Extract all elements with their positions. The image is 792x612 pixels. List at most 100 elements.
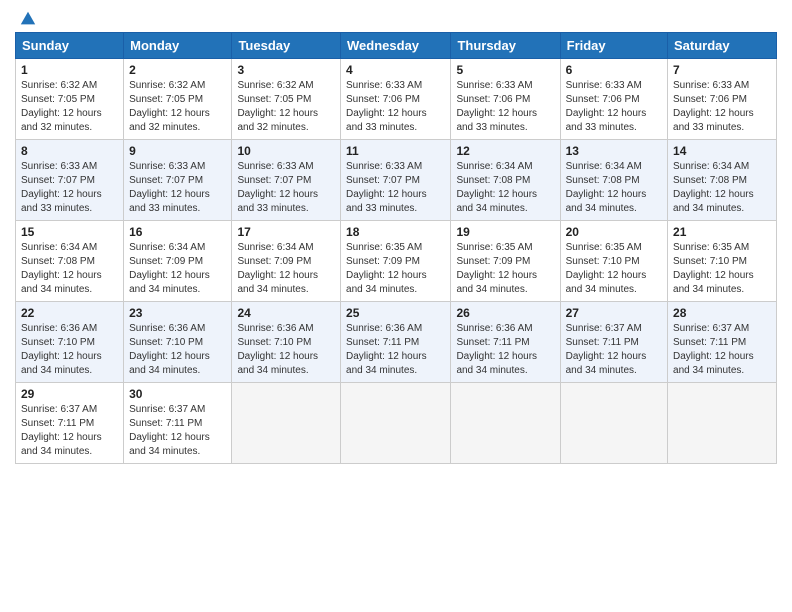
day-number: 21 [673, 225, 771, 239]
table-row: 15 Sunrise: 6:34 AMSunset: 7:08 PMDaylig… [16, 221, 124, 302]
table-row: 13 Sunrise: 6:34 AMSunset: 7:08 PMDaylig… [560, 140, 667, 221]
th-monday: Monday [124, 33, 232, 59]
calendar-row: 8 Sunrise: 6:33 AMSunset: 7:07 PMDayligh… [16, 140, 777, 221]
day-info: Sunrise: 6:37 AMSunset: 7:11 PMDaylight:… [673, 323, 754, 376]
day-number: 27 [566, 306, 662, 320]
table-row: 9 Sunrise: 6:33 AMSunset: 7:07 PMDayligh… [124, 140, 232, 221]
table-row: 14 Sunrise: 6:34 AMSunset: 7:08 PMDaylig… [668, 140, 777, 221]
table-row: 25 Sunrise: 6:36 AMSunset: 7:11 PMDaylig… [341, 302, 451, 383]
day-info: Sunrise: 6:33 AMSunset: 7:07 PMDaylight:… [129, 161, 210, 214]
day-number: 16 [129, 225, 226, 239]
day-number: 12 [456, 144, 554, 158]
day-number: 5 [456, 63, 554, 77]
day-info: Sunrise: 6:37 AMSunset: 7:11 PMDaylight:… [129, 404, 210, 457]
day-number: 26 [456, 306, 554, 320]
page: Sunday Monday Tuesday Wednesday Thursday… [0, 0, 792, 612]
day-info: Sunrise: 6:34 AMSunset: 7:08 PMDaylight:… [21, 242, 102, 295]
logo-icon [19, 10, 37, 28]
table-row: 27 Sunrise: 6:37 AMSunset: 7:11 PMDaylig… [560, 302, 667, 383]
day-number: 23 [129, 306, 226, 320]
table-row: 16 Sunrise: 6:34 AMSunset: 7:09 PMDaylig… [124, 221, 232, 302]
day-info: Sunrise: 6:32 AMSunset: 7:05 PMDaylight:… [237, 80, 318, 133]
day-number: 22 [21, 306, 118, 320]
calendar-row: 29 Sunrise: 6:37 AMSunset: 7:11 PMDaylig… [16, 383, 777, 464]
day-number: 20 [566, 225, 662, 239]
calendar-table: Sunday Monday Tuesday Wednesday Thursday… [15, 32, 777, 464]
table-row [451, 383, 560, 464]
table-row: 20 Sunrise: 6:35 AMSunset: 7:10 PMDaylig… [560, 221, 667, 302]
calendar-row: 15 Sunrise: 6:34 AMSunset: 7:08 PMDaylig… [16, 221, 777, 302]
table-row [341, 383, 451, 464]
day-number: 24 [237, 306, 335, 320]
day-number: 29 [21, 387, 118, 401]
table-row: 1 Sunrise: 6:32 AMSunset: 7:05 PMDayligh… [16, 59, 124, 140]
day-number: 25 [346, 306, 445, 320]
day-info: Sunrise: 6:36 AMSunset: 7:11 PMDaylight:… [346, 323, 427, 376]
day-number: 18 [346, 225, 445, 239]
header [15, 10, 777, 24]
day-number: 17 [237, 225, 335, 239]
table-row: 26 Sunrise: 6:36 AMSunset: 7:11 PMDaylig… [451, 302, 560, 383]
day-info: Sunrise: 6:33 AMSunset: 7:06 PMDaylight:… [566, 80, 647, 133]
day-number: 9 [129, 144, 226, 158]
day-info: Sunrise: 6:32 AMSunset: 7:05 PMDaylight:… [21, 80, 102, 133]
day-number: 13 [566, 144, 662, 158]
table-row: 4 Sunrise: 6:33 AMSunset: 7:06 PMDayligh… [341, 59, 451, 140]
table-row [232, 383, 341, 464]
table-row [668, 383, 777, 464]
day-number: 4 [346, 63, 445, 77]
day-info: Sunrise: 6:34 AMSunset: 7:08 PMDaylight:… [566, 161, 647, 214]
day-info: Sunrise: 6:34 AMSunset: 7:09 PMDaylight:… [237, 242, 318, 295]
day-number: 1 [21, 63, 118, 77]
day-info: Sunrise: 6:33 AMSunset: 7:06 PMDaylight:… [673, 80, 754, 133]
day-number: 3 [237, 63, 335, 77]
day-info: Sunrise: 6:35 AMSunset: 7:10 PMDaylight:… [566, 242, 647, 295]
day-info: Sunrise: 6:33 AMSunset: 7:07 PMDaylight:… [21, 161, 102, 214]
th-tuesday: Tuesday [232, 33, 341, 59]
day-info: Sunrise: 6:36 AMSunset: 7:10 PMDaylight:… [21, 323, 102, 376]
day-number: 30 [129, 387, 226, 401]
day-number: 8 [21, 144, 118, 158]
table-row: 21 Sunrise: 6:35 AMSunset: 7:10 PMDaylig… [668, 221, 777, 302]
logo [15, 10, 37, 24]
table-row: 30 Sunrise: 6:37 AMSunset: 7:11 PMDaylig… [124, 383, 232, 464]
table-row: 12 Sunrise: 6:34 AMSunset: 7:08 PMDaylig… [451, 140, 560, 221]
table-row: 6 Sunrise: 6:33 AMSunset: 7:06 PMDayligh… [560, 59, 667, 140]
day-info: Sunrise: 6:36 AMSunset: 7:10 PMDaylight:… [237, 323, 318, 376]
day-info: Sunrise: 6:37 AMSunset: 7:11 PMDaylight:… [21, 404, 102, 457]
day-number: 2 [129, 63, 226, 77]
day-info: Sunrise: 6:36 AMSunset: 7:11 PMDaylight:… [456, 323, 537, 376]
calendar-row: 22 Sunrise: 6:36 AMSunset: 7:10 PMDaylig… [16, 302, 777, 383]
table-row: 10 Sunrise: 6:33 AMSunset: 7:07 PMDaylig… [232, 140, 341, 221]
day-info: Sunrise: 6:33 AMSunset: 7:07 PMDaylight:… [237, 161, 318, 214]
table-row: 11 Sunrise: 6:33 AMSunset: 7:07 PMDaylig… [341, 140, 451, 221]
day-info: Sunrise: 6:34 AMSunset: 7:08 PMDaylight:… [456, 161, 537, 214]
table-row [560, 383, 667, 464]
table-row: 29 Sunrise: 6:37 AMSunset: 7:11 PMDaylig… [16, 383, 124, 464]
weekday-header-row: Sunday Monday Tuesday Wednesday Thursday… [16, 33, 777, 59]
day-info: Sunrise: 6:34 AMSunset: 7:09 PMDaylight:… [129, 242, 210, 295]
day-info: Sunrise: 6:35 AMSunset: 7:09 PMDaylight:… [456, 242, 537, 295]
day-number: 10 [237, 144, 335, 158]
day-number: 14 [673, 144, 771, 158]
calendar-row: 1 Sunrise: 6:32 AMSunset: 7:05 PMDayligh… [16, 59, 777, 140]
day-info: Sunrise: 6:36 AMSunset: 7:10 PMDaylight:… [129, 323, 210, 376]
th-wednesday: Wednesday [341, 33, 451, 59]
table-row: 5 Sunrise: 6:33 AMSunset: 7:06 PMDayligh… [451, 59, 560, 140]
day-info: Sunrise: 6:32 AMSunset: 7:05 PMDaylight:… [129, 80, 210, 133]
day-number: 11 [346, 144, 445, 158]
table-row: 3 Sunrise: 6:32 AMSunset: 7:05 PMDayligh… [232, 59, 341, 140]
th-friday: Friday [560, 33, 667, 59]
day-number: 19 [456, 225, 554, 239]
day-info: Sunrise: 6:33 AMSunset: 7:06 PMDaylight:… [346, 80, 427, 133]
table-row: 23 Sunrise: 6:36 AMSunset: 7:10 PMDaylig… [124, 302, 232, 383]
table-row: 8 Sunrise: 6:33 AMSunset: 7:07 PMDayligh… [16, 140, 124, 221]
table-row: 28 Sunrise: 6:37 AMSunset: 7:11 PMDaylig… [668, 302, 777, 383]
day-number: 15 [21, 225, 118, 239]
day-number: 7 [673, 63, 771, 77]
day-info: Sunrise: 6:35 AMSunset: 7:09 PMDaylight:… [346, 242, 427, 295]
table-row: 18 Sunrise: 6:35 AMSunset: 7:09 PMDaylig… [341, 221, 451, 302]
table-row: 17 Sunrise: 6:34 AMSunset: 7:09 PMDaylig… [232, 221, 341, 302]
day-info: Sunrise: 6:35 AMSunset: 7:10 PMDaylight:… [673, 242, 754, 295]
table-row: 22 Sunrise: 6:36 AMSunset: 7:10 PMDaylig… [16, 302, 124, 383]
